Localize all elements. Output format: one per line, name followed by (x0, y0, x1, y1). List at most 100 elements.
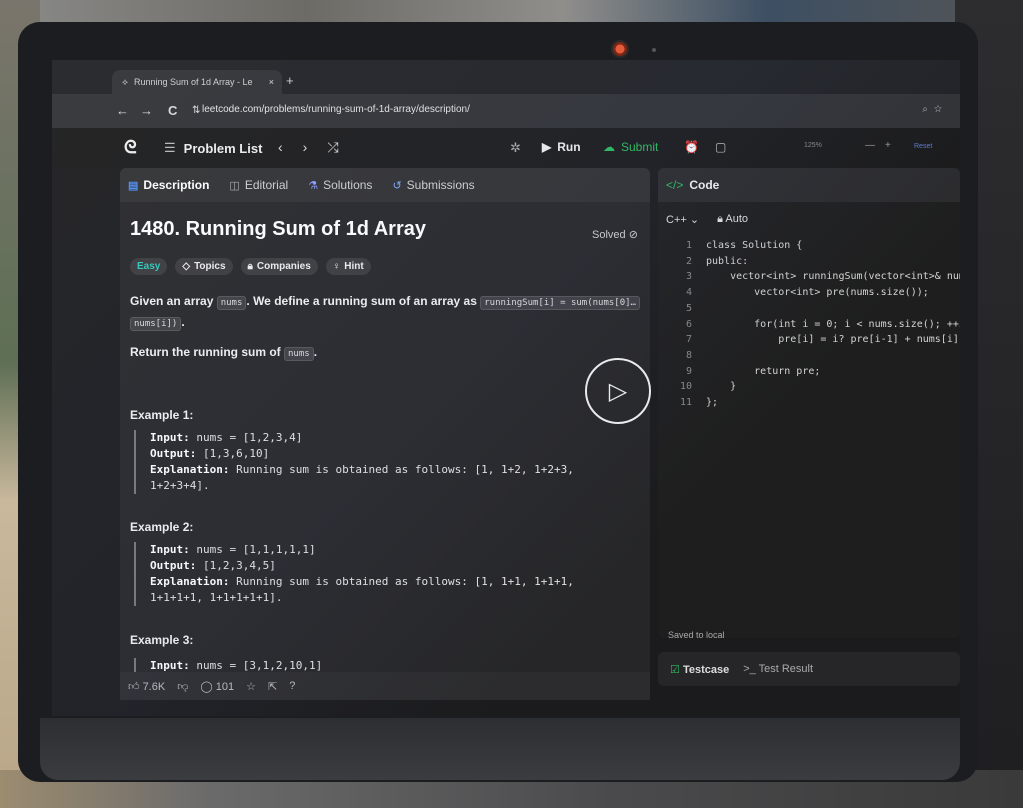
code-line[interactable]: 6 for(int i = 0; i < nums.size(); ++i) (658, 317, 960, 333)
like-button[interactable]: 👍︎ 7.6K (128, 680, 165, 693)
tab-label: Solutions (323, 178, 373, 192)
description-footer: 👍︎ 7.6K 👎︎ ◯ 101 ☆ ⇱ ? (120, 672, 650, 700)
reload-button[interactable]: C (168, 103, 177, 118)
output-value: [1,2,3,4,5] (202, 559, 276, 572)
thumbs-up-icon: 👍︎ (128, 680, 140, 693)
site-info-icon[interactable]: ⇅ (192, 105, 200, 116)
tab-testcase[interactable]: ☑ Testcase (670, 663, 729, 676)
output-value: [1,3,6,10] (202, 447, 270, 460)
comments-button[interactable]: ◯ 101 (200, 680, 234, 693)
hint-button[interactable]: ♀ Hint (325, 258, 371, 275)
back-button[interactable]: ← (116, 103, 129, 118)
chevron-down-icon: ⌄ (689, 214, 700, 226)
difficulty-badge: Easy (130, 258, 168, 275)
code-line[interactable]: 8 (658, 348, 960, 364)
page-title: 1480. Running Sum of 1d Array (130, 218, 426, 240)
zoom-icon[interactable]: ⌕ (922, 104, 934, 115)
play-icon: ▶ (542, 140, 552, 154)
input-label: Input: (150, 543, 190, 556)
code-line[interactable]: 3 vector<int> runningSum(vector<int>& nu… (658, 269, 960, 285)
bottom-panel-tabs: ☑ Testcase >_ Test Result (658, 652, 960, 686)
thumbs-down-icon[interactable]: 👎︎ (177, 680, 188, 693)
url-input[interactable]: leetcode.com/problems/running-sum-of-1d-… (202, 104, 470, 115)
zoom-reset-button[interactable]: Reset (914, 143, 932, 150)
code-text: vector<int> pre(nums.size()); (706, 287, 929, 299)
tab-test-result[interactable]: >_ Test Result (743, 663, 813, 675)
solved-label: Solved (592, 229, 626, 241)
webcam-sensor (652, 48, 656, 52)
bookmark-star-icon[interactable]: ☆ (934, 104, 948, 115)
zoom-level: 125% (804, 142, 822, 149)
code-line[interactable]: 5 (658, 301, 960, 317)
debug-icon[interactable]: ✲ (510, 140, 521, 156)
tab-description[interactable]: ▤ Description (128, 178, 209, 192)
auto-mode[interactable]: 🔒︎ Auto (717, 213, 748, 226)
flask-icon: ⚗ (308, 179, 319, 192)
tab-submissions[interactable]: ↺ Submissions (392, 178, 474, 192)
code-line[interactable]: 9 return pre; (658, 364, 960, 380)
inline-code: nums (284, 347, 314, 361)
run-button[interactable]: ▶ Run (542, 140, 581, 154)
code-text: pre[i] = i? pre[i-1] + nums[i] : nums[i]… (778, 334, 959, 346)
zoom-in-button[interactable]: + (885, 140, 891, 151)
notes-icon[interactable]: ▢ (715, 140, 726, 154)
code-header: </> Code (658, 168, 960, 202)
line-number: 6 (685, 318, 692, 330)
code-text: class Solution { (706, 240, 803, 251)
code-line[interactable]: 11}; (658, 395, 960, 411)
help-icon[interactable]: ? (289, 680, 295, 692)
input-value: nums = [3,1,2,10,1] (196, 659, 323, 672)
new-tab-button[interactable]: + (286, 73, 294, 88)
description-panel: ▤ Description ◫ Editorial ⚗ Solutions ↺ … (120, 168, 650, 690)
star-icon[interactable]: ☆ (246, 680, 256, 693)
companies-button[interactable]: 🔒︎ Companies (240, 258, 318, 275)
line-number: 10 (679, 381, 692, 393)
share-icon[interactable]: ⇱ (268, 680, 277, 693)
saved-status: Saved to local (668, 630, 725, 638)
topics-label: Topics (194, 261, 226, 272)
comment-icon: ◯ (200, 680, 213, 693)
lightbulb-icon: ♀ (332, 261, 341, 272)
list-icon: ☰ (164, 140, 176, 155)
code-editor[interactable]: 1 class Solution {2 public: 3 vector<int> r… (658, 238, 960, 411)
problem-return-text: Return the running sum of nums. (130, 343, 317, 364)
alarm-clock-icon[interactable]: ⏰ (684, 140, 699, 154)
shuffle-icon[interactable]: ⤮ (327, 139, 338, 156)
tag-icon: ◇ (182, 261, 191, 272)
zoom-out-button[interactable]: — (865, 140, 875, 151)
lock-icon: 🔒︎ (717, 213, 723, 225)
tab-solutions[interactable]: ⚗ Solutions (308, 178, 372, 192)
desc-text: . (181, 315, 185, 329)
next-problem-button[interactable]: › (303, 139, 308, 156)
close-tab-icon[interactable]: × (269, 77, 274, 87)
code-line[interactable]: 1 class Solution { (658, 238, 960, 254)
forward-button[interactable]: → (140, 103, 153, 118)
code-line[interactable]: 7 pre[i] = i? pre[i-1] + nums[i] : nums[… (658, 332, 960, 348)
problem-list-button[interactable]: ☰ Problem List (164, 140, 262, 156)
topics-button[interactable]: ◇ Topics (175, 258, 233, 275)
input-value: nums = [1,1,1,1,1] (196, 543, 316, 556)
tab-label: Submissions (406, 178, 475, 192)
leetcode-favicon-icon: ⟡ (122, 76, 128, 87)
inline-code: nums (216, 296, 247, 310)
example-title: Example 1: (130, 408, 194, 422)
submit-button[interactable]: ☁ Submit (603, 140, 658, 154)
inline-code: nums[i]) (130, 317, 182, 331)
editor-settings: C++ ⌄ 🔒︎ Auto (666, 213, 748, 226)
webcam-icon (611, 40, 629, 58)
code-line[interactable]: 4 vector<int> pre(nums.size()); (658, 285, 960, 301)
browser-tab[interactable]: ⟡ Running Sum of 1d Array - Le × (112, 70, 282, 94)
history-icon: ↺ (392, 179, 402, 192)
code-line[interactable]: 2 public: (658, 254, 960, 270)
code-line[interactable]: 10 } (658, 379, 960, 395)
test-result-label: Test Result (758, 663, 814, 675)
tab-editorial[interactable]: ◫ Editorial (229, 178, 288, 192)
language-select[interactable]: C++ ⌄ (666, 213, 699, 226)
line-number: 2 (685, 255, 692, 267)
tab-label: Editorial (244, 178, 289, 192)
output-label: Output: (150, 447, 197, 460)
leetcode-logo-icon[interactable]: ᘓ (124, 137, 144, 157)
prev-problem-button[interactable]: ‹ (278, 139, 283, 156)
explanation-value: Running sum is obtained as follows: [1, … (236, 463, 574, 476)
video-play-icon[interactable]: ▷ (585, 358, 651, 424)
